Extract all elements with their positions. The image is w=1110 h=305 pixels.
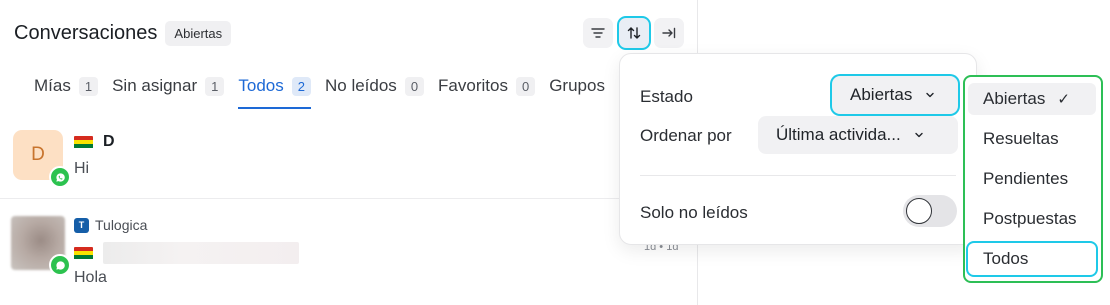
option-label: Postpuestas [983, 209, 1077, 228]
conversation-header: D [74, 133, 115, 151]
tab-bar: Mías 1 Sin asignar 1 Todos 2 No leídos 0 Fav… [34, 76, 619, 109]
tab-count: 2 [291, 76, 311, 96]
tab-count: 1 [78, 76, 99, 96]
filter-icon [591, 28, 605, 38]
tab-label: Todos [238, 76, 284, 95]
ordenar-label: Ordenar por [640, 126, 732, 145]
avatar-initial: D [31, 144, 45, 165]
conversations-panel: Conversaciones Abiertas Mías 1 Sin asigna… [0, 0, 698, 305]
solo-no-leidos-toggle[interactable] [903, 195, 957, 227]
whatsapp-icon [49, 166, 71, 188]
collapse-icon [662, 27, 676, 39]
tab-grupos[interactable]: Grupos [549, 76, 605, 106]
tab-favoritos[interactable]: Favoritos 0 [438, 76, 536, 106]
tab-sin-asignar[interactable]: Sin asignar 1 [112, 76, 225, 106]
tab-count: 0 [404, 76, 425, 96]
estado-value: Abiertas [850, 85, 913, 104]
tab-label: Favoritos [438, 76, 508, 95]
bolivia-flag-icon [74, 246, 93, 260]
chevron-down-icon [926, 92, 935, 98]
solo-no-leidos-label: Solo no leídos [640, 203, 748, 222]
ordenar-select[interactable]: Última activida... [758, 116, 958, 154]
contact-name: D [103, 133, 115, 150]
check-icon: ✓ [1057, 91, 1070, 108]
tab-label: No leídos [324, 76, 397, 95]
sort-icon [627, 27, 641, 39]
tab-label: Grupos [549, 76, 605, 95]
chevron-down-icon [915, 132, 923, 138]
page-title: Conversaciones [14, 21, 158, 44]
tab-todos[interactable]: Todos 2 [238, 76, 311, 109]
tab-no-leidos[interactable]: No leídos 0 [324, 76, 425, 106]
last-message: Hi [74, 160, 90, 177]
option-resueltas[interactable]: Resueltas [968, 123, 1096, 155]
option-pendientes[interactable]: Pendientes [968, 163, 1096, 195]
option-label: Resueltas [983, 129, 1059, 148]
option-postpuestas[interactable]: Postpuestas [968, 203, 1096, 235]
option-todos[interactable]: Todos [968, 243, 1096, 275]
sort-filter-popover: Estado Abiertas Ordenar por Última activ… [619, 53, 977, 245]
tab-count: 1 [205, 76, 225, 96]
bolivia-flag-icon [74, 135, 93, 149]
conversations-header: Conversaciones Abiertas [14, 18, 232, 48]
last-message: Hola [74, 269, 107, 286]
divider [640, 175, 956, 176]
option-abiertas[interactable]: Abiertas ✓ [968, 83, 1096, 115]
estado-dropdown-menu: Abiertas ✓ Resueltas Pendientes Postpues… [963, 75, 1103, 283]
tab-mias[interactable]: Mías 1 [34, 76, 99, 106]
whatsapp-icon [49, 254, 71, 276]
contact-name-redacted [103, 242, 299, 264]
collapse-button[interactable] [654, 18, 684, 48]
estado-label: Estado [640, 87, 693, 106]
estado-select[interactable]: Abiertas [832, 76, 958, 114]
tab-label: Mías [34, 76, 71, 95]
inbox-name: Tulogica [95, 217, 148, 233]
inbox-icon: T [74, 217, 89, 233]
option-label: Todos [983, 249, 1029, 268]
conversation-item[interactable]: D D Hi [0, 118, 697, 199]
inbox-label: T Tulogica [74, 217, 147, 233]
sort-button[interactable] [619, 18, 649, 48]
option-label: Abiertas [983, 89, 1046, 108]
conversation-header [74, 242, 299, 264]
ordenar-value: Última activida... [776, 125, 901, 144]
option-label: Pendientes [983, 169, 1069, 188]
tab-label: Sin asignar [112, 76, 198, 95]
status-badge[interactable]: Abiertas [165, 20, 232, 46]
filter-button[interactable] [583, 18, 613, 48]
toggle-knob [906, 198, 932, 224]
tab-count: 0 [515, 76, 536, 96]
conversation-item[interactable]: T Tulogica 1d • 1d Hola [0, 200, 697, 305]
